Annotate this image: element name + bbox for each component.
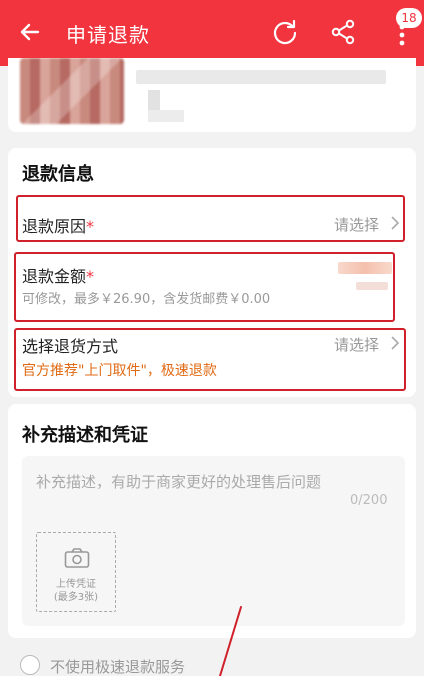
share-icon[interactable]: [329, 18, 357, 46]
refund-amount-value-redacted[interactable]: [338, 262, 392, 274]
refund-amount-row[interactable]: 退款金额*: [22, 263, 94, 287]
upload-limit-label: (最多3张): [53, 592, 99, 603]
description-placeholder: 补充描述，有助于商家更好的处理售后问题: [36, 473, 322, 491]
product-card: [8, 58, 416, 132]
refund-amount-label: 退款金额: [22, 267, 87, 286]
refund-reason-row[interactable]: 退款原因*: [22, 213, 94, 237]
refund-amount-hint: 可修改，最多￥26.90，含发货邮费￥0.00: [22, 292, 271, 307]
return-method-select[interactable]: 请选择: [334, 334, 379, 355]
chevron-right-icon: [391, 336, 400, 350]
no-fast-refund-label: 不使用极速退款服务: [50, 658, 186, 676]
return-method-promo: 官方推荐"上门取件"，极速退款: [22, 363, 217, 379]
back-arrow-icon[interactable]: [16, 18, 44, 46]
return-method-label: 选择退货方式: [22, 337, 119, 356]
upload-evidence-button[interactable]: 上传凭证 (最多3张): [36, 532, 116, 612]
description-char-counter: 0/200: [350, 493, 388, 508]
refresh-icon[interactable]: [271, 18, 299, 46]
refund-reason-select[interactable]: 请选择: [334, 214, 379, 235]
refund-amount-value-redacted: [356, 282, 388, 290]
message-count-badge: 18: [396, 8, 422, 28]
no-fast-refund-radio[interactable]: [20, 655, 40, 675]
return-method-row[interactable]: 选择退货方式: [22, 333, 118, 357]
camera-icon: [64, 548, 90, 568]
app-header: 申请退款 18: [0, 0, 424, 66]
page-title: 申请退款: [66, 23, 150, 47]
chevron-right-icon: [391, 216, 400, 230]
product-title-redacted: [136, 70, 386, 84]
product-meta-redacted: [148, 110, 184, 122]
refund-reason-label: 退款原因: [22, 217, 87, 236]
required-mark: *: [86, 217, 95, 236]
product-thumbnail: [20, 58, 124, 124]
required-mark: *: [86, 267, 95, 286]
refund-info-title: 退款信息: [22, 164, 94, 185]
supplement-title: 补充描述和凭证: [22, 425, 148, 446]
